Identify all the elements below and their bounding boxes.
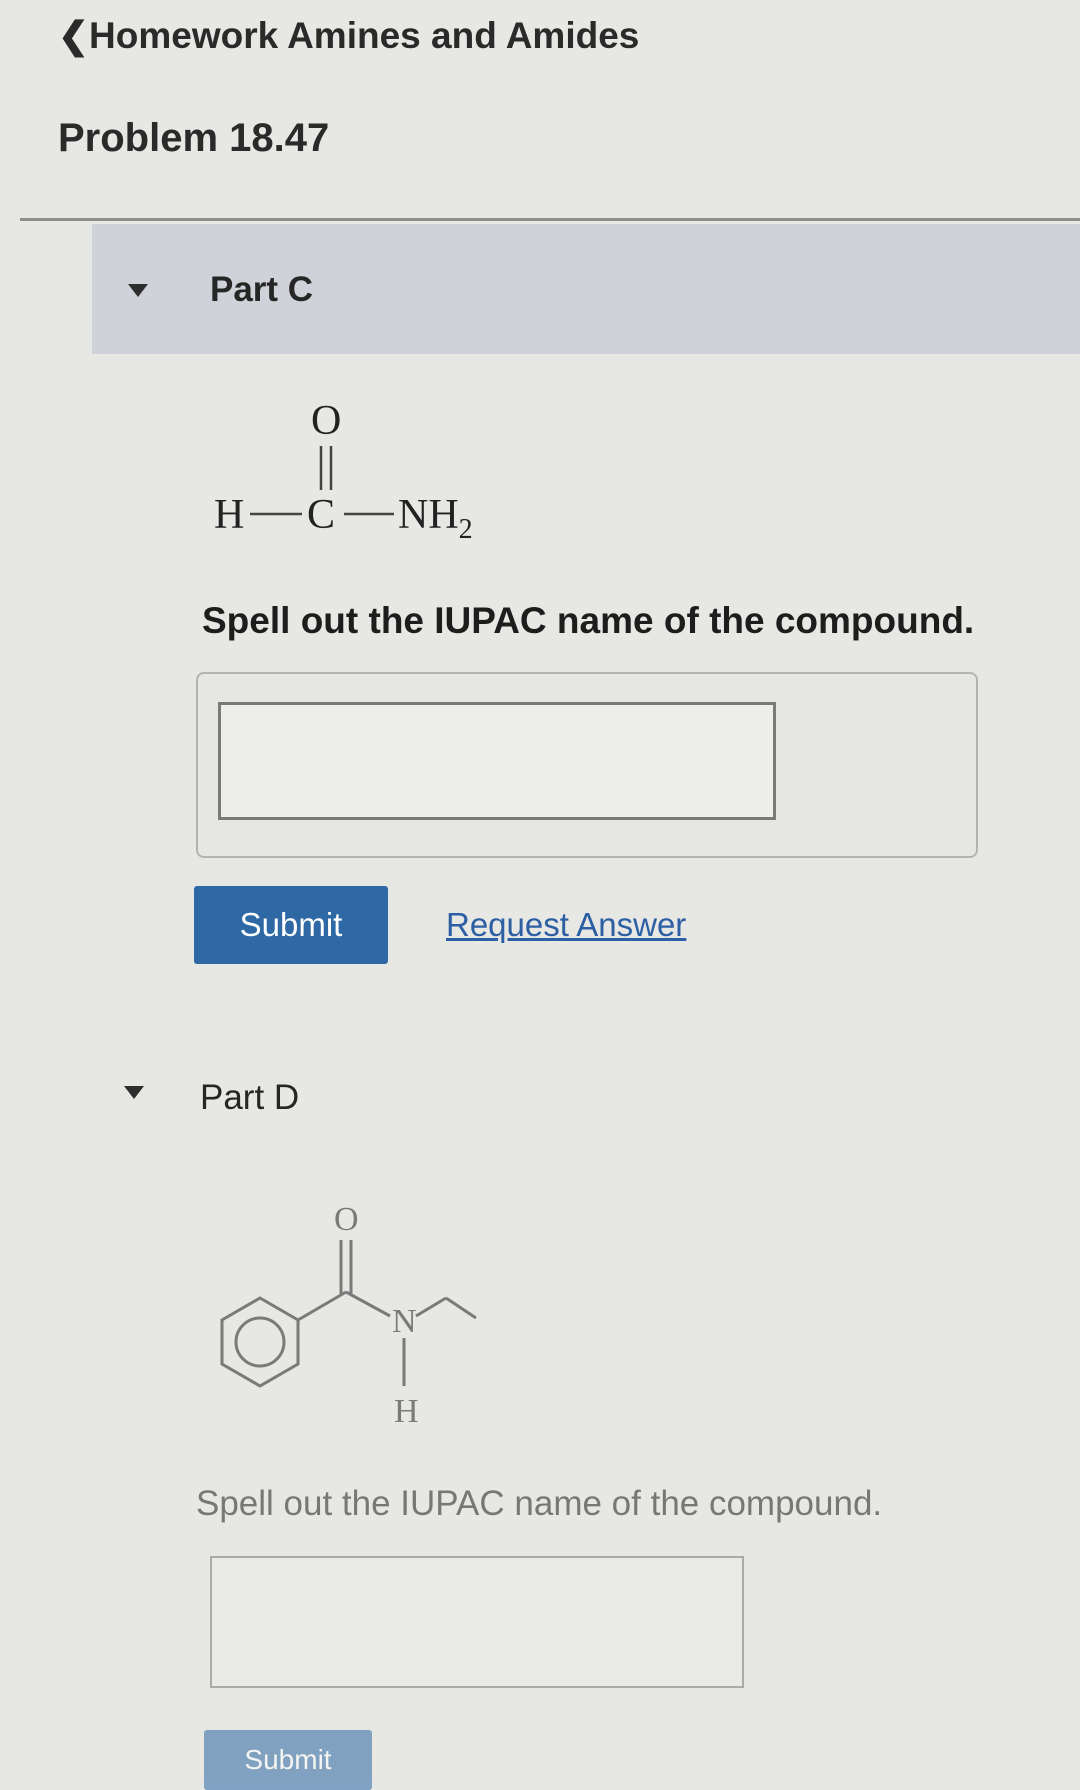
part-d-oxygen-atom: O xyxy=(334,1201,359,1238)
part-d-structure: O N H xyxy=(220,1201,477,1430)
part-c-carbon-atom: C xyxy=(307,492,335,538)
part-c-amine-group: NH2 xyxy=(398,492,473,545)
part-c-request-answer-link[interactable]: Request Answer xyxy=(446,906,686,944)
part-c-collapse-icon[interactable] xyxy=(128,284,148,297)
part-d-carbonyl-nitrogen-bond xyxy=(345,1290,391,1318)
part-c-prompt: Spell out the IUPAC name of the compound… xyxy=(202,600,975,641)
part-c-submit-button[interactable]: Submit xyxy=(194,886,388,964)
part-c-oxygen-atom: O xyxy=(311,398,341,444)
part-d-hydrogen-atom: H xyxy=(394,1393,419,1430)
back-link[interactable]: ❮Homework Amines and Amides xyxy=(58,14,639,57)
part-c-structure: O H C NH2 xyxy=(214,398,473,545)
part-d-submit-button[interactable]: Submit xyxy=(204,1730,372,1790)
part-d-prompt: Spell out the IUPAC name of the compound… xyxy=(196,1484,883,1523)
part-d-benzene-ring xyxy=(220,1296,300,1388)
chevron-left-icon: ❮ xyxy=(58,15,90,56)
part-c-title[interactable]: Part C xyxy=(210,270,313,310)
part-d-answer-input[interactable] xyxy=(210,1556,744,1688)
part-d-nitrogen-ethyl-bond xyxy=(415,1296,447,1318)
problem-title: Problem 18.47 xyxy=(58,116,330,160)
part-d-ethyl-bond xyxy=(445,1296,477,1320)
part-d-ring-carbonyl-bond xyxy=(297,1290,347,1322)
part-c-answer-input[interactable] xyxy=(218,702,776,820)
back-link-label: Homework Amines and Amides xyxy=(89,15,640,56)
part-d-collapse-icon[interactable] xyxy=(124,1086,144,1099)
part-d-nitrogen-atom: N xyxy=(392,1303,417,1340)
part-c-hydrogen-atom: H xyxy=(214,492,244,538)
header-divider xyxy=(20,218,1080,221)
part-d-aromatic-circle xyxy=(234,1316,286,1368)
part-d-title[interactable]: Part D xyxy=(200,1078,299,1118)
